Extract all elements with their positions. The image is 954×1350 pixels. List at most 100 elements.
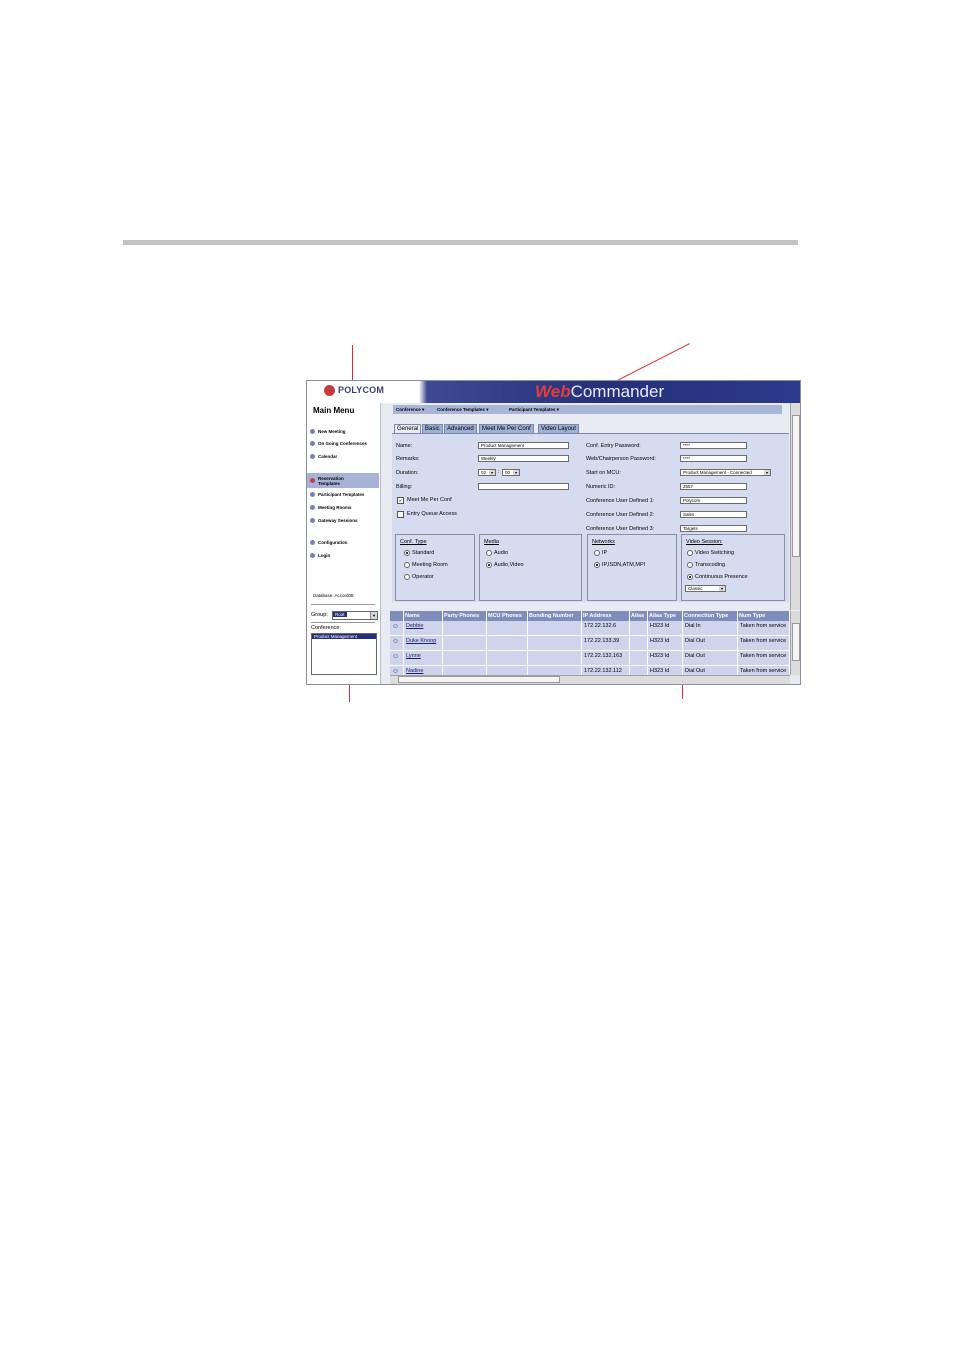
menu-item-configuration[interactable]: Configuration [310, 540, 348, 545]
menu-item-reservation-templates[interactable]: Reservation Templates [307, 473, 379, 488]
database-label: Database: Accord08 [313, 593, 354, 598]
column-header-mcu-phones[interactable]: MCU Phones [487, 611, 528, 621]
radio-ip-isdn-atm-mpi[interactable]: IP,ISDN,ATM,MPI [594, 562, 645, 568]
chair-password-input[interactable]: **** [680, 455, 747, 462]
menu-item-participant-templates[interactable]: Participant Templates [310, 492, 364, 497]
radio-label: Continuous Presence [695, 574, 748, 580]
conference-list[interactable]: Product Management [311, 633, 377, 675]
radio-video-switching[interactable]: Video Switching [687, 550, 734, 556]
user-defined-2-input[interactable]: Sales [680, 511, 747, 518]
menu-item-label: Login [318, 553, 331, 558]
menu-item-meeting-rooms[interactable]: Meeting Rooms [310, 505, 352, 510]
cell-num-type: Taken from service [738, 621, 790, 636]
networks-title: Networks [592, 539, 615, 545]
radio-standard[interactable]: Standard [404, 550, 434, 556]
radio-icon [404, 562, 410, 568]
bullet-icon [310, 429, 315, 434]
menu-label: Conference [396, 407, 421, 412]
numeric-id-label: Numeric ID: [586, 484, 616, 490]
column-header-ip-address[interactable]: IP Address [582, 611, 630, 621]
mcu-label: Start on MCU: [586, 470, 621, 476]
menu-conference-templates[interactable]: Conference Templates ▾ [437, 407, 488, 413]
bullet-icon [310, 553, 315, 558]
radio-audio[interactable]: Audio [486, 550, 508, 556]
scroll-thumb[interactable] [398, 676, 560, 683]
column-header-party-phones[interactable]: Party Phones [443, 611, 487, 621]
group-select[interactable]: Root ▼ [332, 611, 378, 620]
column-header-num-type[interactable]: Num Type [738, 611, 790, 621]
radio-ip[interactable]: IP [594, 550, 607, 556]
menu-item-ongoing-conferences[interactable]: On Going Conferences [310, 441, 367, 446]
meetme-checkbox[interactable]: ✔ [397, 497, 404, 504]
entry-queue-checkbox[interactable] [397, 511, 404, 518]
cell-name[interactable]: Lynne [404, 651, 443, 666]
remarks-input[interactable]: Weekly [478, 455, 569, 462]
cell-empty [528, 621, 582, 636]
radio-label: Video Switching [695, 550, 735, 556]
column-header-alias-type[interactable]: Alias Type [648, 611, 683, 621]
entry-password-label: Conf. Entry Password: [586, 443, 641, 449]
menu-conference[interactable]: Conference ▾ [396, 407, 424, 413]
grid-horizontal-scrollbar[interactable] [390, 675, 790, 684]
menu-item-login[interactable]: Login [310, 553, 330, 558]
entry-queue-label: Entry Queue Access [407, 511, 457, 517]
numeric-id-input[interactable]: 2557 [680, 483, 747, 490]
column-header-name[interactable]: Name [404, 611, 443, 621]
polycom-logo: POLYCOM [324, 385, 385, 397]
menu-item-label: Configuration [318, 540, 348, 545]
duration-hours-select[interactable]: 02 ▼ [478, 469, 496, 476]
cell-ip: 172.22.132.6 [582, 621, 630, 636]
bullet-icon [310, 441, 315, 446]
menu-item-new-meeting[interactable]: New Meeting [310, 429, 346, 434]
menu-item-label: Participant Templates [318, 492, 365, 497]
remarks-label: Remarks: [396, 456, 420, 462]
billing-label: Billing: [396, 484, 413, 490]
billing-input[interactable] [478, 483, 569, 490]
cell-name[interactable]: Debbie [404, 621, 443, 636]
group-label: Group: [311, 612, 328, 618]
chair-password-label: Web/Chairperson Password: [586, 456, 656, 462]
bullet-icon [310, 478, 315, 483]
menu-label: Participant Templates [509, 407, 556, 412]
radio-audio-video[interactable]: Audio,Video [486, 562, 524, 568]
layout-select[interactable]: Classic ▼ [685, 585, 726, 592]
entry-password-input[interactable]: **** [680, 442, 747, 449]
grid-vertical-scrollbar[interactable] [790, 611, 800, 675]
radio-meeting-room[interactable]: Meeting Room [404, 562, 448, 568]
user-defined-1-input[interactable]: Polycom [680, 497, 747, 504]
form-scrollbar[interactable] [790, 403, 800, 610]
column-header-bonding-number[interactable]: Bonding Number [528, 611, 582, 621]
menu-item-label: Calendar [318, 454, 338, 459]
radio-label: Operator [412, 574, 434, 580]
user-defined-3-label: Conference User Defined 3: [586, 526, 655, 532]
menu-item-label: New Meeting [318, 429, 346, 434]
column-header-alias[interactable]: Alias [630, 611, 648, 621]
radio-transcoding[interactable]: Transcoding [687, 562, 725, 568]
user-defined-3-input[interactable]: Targets [680, 525, 747, 532]
radio-operator[interactable]: Operator [404, 574, 434, 580]
mcu-select[interactable]: Product Management - Connected ▼ [680, 469, 771, 476]
mcu-selected-value: Product Management - Connected [683, 470, 752, 475]
menu-item-gateway-sessions[interactable]: Gateway Sessions [310, 518, 358, 523]
menu-participant-templates[interactable]: Participant Templates ▾ [509, 407, 559, 413]
duration-label: Duration: [396, 470, 419, 476]
cell-empty [487, 621, 528, 636]
cell-num-type: Taken from service [738, 636, 790, 651]
name-input[interactable]: Product Management [478, 442, 569, 449]
cell-connection: Dial Out [683, 636, 738, 651]
cell-num-type: Taken from service [738, 651, 790, 666]
brand-name: POLYCOM [338, 385, 385, 395]
chevron-down-icon: ▼ [764, 470, 770, 475]
radio-icon [687, 550, 693, 556]
name-label: Name: [396, 443, 413, 449]
media-group: Media Audio Audio,Video [479, 534, 582, 601]
scroll-thumb[interactable] [792, 623, 800, 661]
scroll-thumb[interactable] [792, 415, 800, 557]
radio-continuous-presence[interactable]: Continuous Presence [687, 574, 748, 580]
menu-item-calendar[interactable]: Calendar [310, 454, 337, 459]
duration-minutes-select[interactable]: 00 ▼ [502, 469, 520, 476]
list-item[interactable]: Product Management [312, 634, 376, 639]
cell-name[interactable]: Duke Knoop [404, 636, 443, 651]
media-title: Media [484, 539, 499, 545]
column-header-connection-type[interactable]: Connection Type [683, 611, 738, 621]
